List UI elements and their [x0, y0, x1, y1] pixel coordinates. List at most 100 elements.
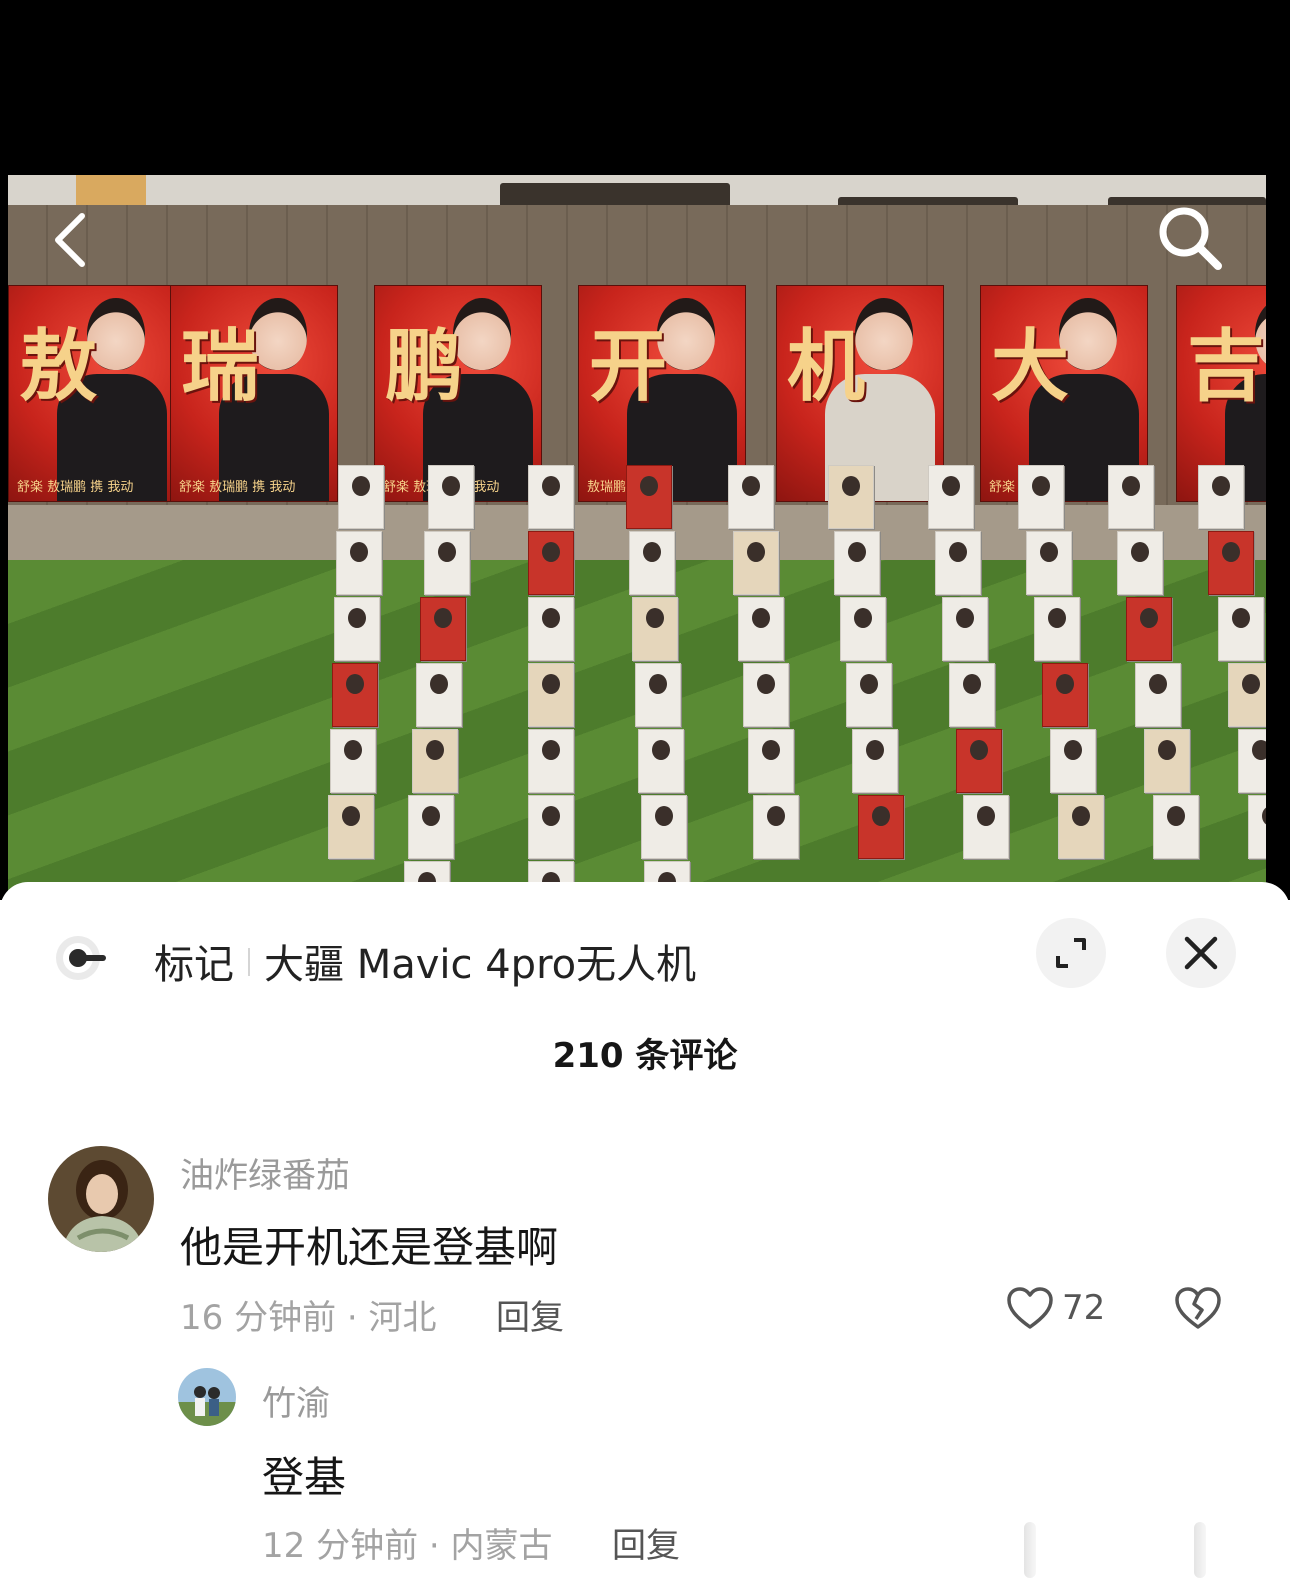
comment-panel: 标记 大疆 Mavic 4pro无人机 210 条评论 油炸绿番茄 他是开机还是登… — [0, 882, 1290, 1590]
photo-standee — [1018, 465, 1064, 529]
scroll-indicator — [1194, 1522, 1206, 1578]
banner-footer: 舒楽 敖瑞鹏 携 我动 — [17, 480, 134, 495]
search-icon — [1159, 207, 1222, 270]
photo-standee — [332, 663, 378, 727]
photo-standee — [328, 795, 374, 859]
photo-standee — [1026, 531, 1072, 595]
photo-standee — [753, 795, 799, 859]
banner-footer: 舒楽 — [989, 480, 1016, 495]
photo-standee — [949, 663, 995, 727]
expand-icon — [1056, 938, 1086, 968]
photo-standee — [1248, 795, 1266, 859]
avatar[interactable] — [178, 1368, 236, 1426]
search-button[interactable] — [1156, 204, 1224, 276]
dislike-button[interactable] — [1174, 1286, 1222, 1334]
photo-standee — [528, 531, 574, 595]
chevron-left-icon — [55, 213, 85, 267]
photo-standee — [416, 663, 462, 727]
photo-standee — [840, 597, 886, 661]
photo-standee — [1198, 465, 1244, 529]
photo-standee — [858, 795, 904, 859]
photo-standee — [420, 597, 466, 661]
reply-text: 登基 — [262, 1453, 347, 1502]
photo-standee — [528, 729, 574, 793]
photo-standee — [728, 465, 774, 529]
reply-button[interactable]: 回复 — [496, 1290, 564, 1339]
photo-standee — [424, 531, 470, 595]
target-icon — [52, 930, 108, 990]
photo-standee — [632, 597, 678, 661]
photo-standee — [1126, 597, 1172, 661]
photo-standee — [336, 531, 382, 595]
scroll-indicator — [1024, 1522, 1036, 1578]
photo-standee — [638, 729, 684, 793]
comment-count: 210 条评论 — [552, 1036, 738, 1076]
mark-device: 大疆 Mavic 4pro无人机 — [264, 942, 697, 988]
banner-character: 机 — [787, 321, 866, 412]
mark-label: 标记 — [154, 942, 234, 988]
back-button[interactable] — [50, 212, 90, 272]
photo-standee — [1034, 597, 1080, 661]
video-player[interactable]: 敖舒楽 敖瑞鹏 携 我动瑞舒楽 敖瑞鹏 携 我动 鹏舒楽 敖瑞鹏 携 我动 开敖瑞鹏… — [0, 0, 1290, 900]
photo-standee — [528, 597, 574, 661]
close-icon — [1184, 936, 1218, 970]
photo-standee — [528, 663, 574, 727]
photo-standee — [1218, 597, 1264, 661]
reply-button[interactable]: 回复 — [612, 1518, 680, 1567]
photo-standee — [935, 531, 981, 595]
photo-standee — [1108, 465, 1154, 529]
banner: 敖舒楽 敖瑞鹏 携 我动 — [8, 285, 176, 502]
pavilion-roof — [500, 183, 730, 205]
expand-button[interactable] — [1036, 918, 1106, 988]
banner-character: 开 — [589, 321, 668, 412]
photo-standee — [629, 531, 675, 595]
photo-standee — [733, 531, 779, 595]
comment-username[interactable]: 油炸绿番茄 — [180, 1148, 350, 1197]
photo-standee — [528, 465, 574, 529]
photo-standee — [846, 663, 892, 727]
banner-character: 大 — [991, 321, 1070, 412]
photo-standee — [1042, 663, 1088, 727]
photo-standee — [963, 795, 1009, 859]
tower — [76, 175, 146, 207]
photo-standee — [1238, 729, 1266, 793]
photo-standee — [828, 465, 874, 529]
photo-standee — [635, 663, 681, 727]
photo-standee — [852, 729, 898, 793]
photo-standee — [408, 795, 454, 859]
photo-standee — [428, 465, 474, 529]
like-button[interactable]: 72 — [1006, 1286, 1105, 1330]
video-frame: 敖舒楽 敖瑞鹏 携 我动瑞舒楽 敖瑞鹏 携 我动 鹏舒楽 敖瑞鹏 携 我动 开敖瑞鹏… — [8, 175, 1266, 900]
photo-standee — [834, 531, 880, 595]
mark-title: 标记 大疆 Mavic 4pro无人机 — [154, 932, 696, 990]
banner-character: 敖 — [19, 321, 98, 412]
photo-standee — [1050, 729, 1096, 793]
avatar[interactable] — [48, 1146, 154, 1252]
banner-footer: 敖瑞鹏 — [587, 480, 627, 495]
photo-standee — [626, 465, 672, 529]
like-count: 72 — [1062, 1288, 1106, 1328]
photo-standee — [1135, 663, 1181, 727]
banner-character: 吉 — [1187, 321, 1266, 412]
broken-heart-icon — [1175, 1287, 1221, 1329]
close-button[interactable] — [1166, 918, 1236, 988]
banner-character: 瑞 — [181, 321, 260, 412]
photo-standee — [528, 795, 574, 859]
banner-character: 鹏 — [385, 321, 464, 412]
photo-standee — [748, 729, 794, 793]
photo-standee — [412, 729, 458, 793]
comment-meta: 16 分钟前 · 河北 — [180, 1298, 437, 1338]
photo-standee — [1144, 729, 1190, 793]
photo-standee — [1058, 795, 1104, 859]
photo-standee — [1117, 531, 1163, 595]
photo-standee — [1208, 531, 1254, 595]
heart-icon — [1007, 1287, 1053, 1329]
photo-standee — [928, 465, 974, 529]
photo-standee — [334, 597, 380, 661]
photo-standee — [1153, 795, 1199, 859]
photo-standee — [743, 663, 789, 727]
photo-standee — [1228, 663, 1266, 727]
reply-username[interactable]: 竹渝 — [262, 1376, 330, 1425]
banner-footer: 舒楽 敖瑞鹏 携 我动 — [179, 480, 296, 495]
photo-standee — [956, 729, 1002, 793]
